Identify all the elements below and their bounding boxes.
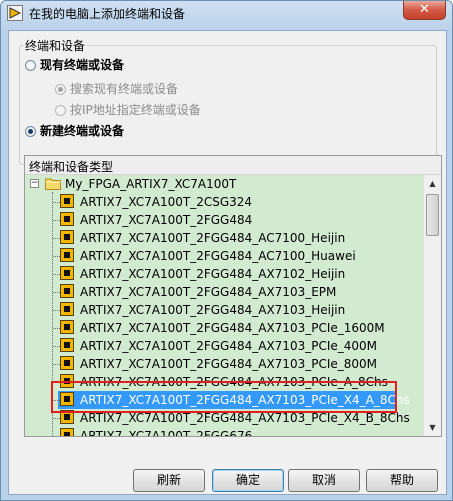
target-icon — [60, 428, 74, 436]
target-icon — [60, 374, 74, 388]
vertical-scrollbar[interactable]: ▲ ▼ — [423, 175, 441, 436]
target-icon — [60, 212, 74, 226]
target-icon — [60, 356, 74, 370]
folder-icon — [45, 177, 61, 190]
tree-branch-line — [53, 220, 60, 221]
tree-item-label: ARTIX7_XC7A100T_2FGG484_AX7103_PCIe_X4_B… — [80, 411, 410, 425]
tree-item-label: ARTIX7_XC7A100T_2FGG484_AX7103_Heijin — [80, 303, 346, 317]
specify-by-ip-label: 按IP地址指定终端或设备 — [70, 103, 201, 117]
tree-item-label: ARTIX7_XC7A100T_2FGG484_AC7100_Heijin — [80, 231, 346, 245]
target-icon — [60, 338, 74, 352]
tree-branch-line — [53, 400, 60, 401]
tree-item[interactable]: ARTIX7_XC7A100T_2FGG484_AC7100_Heijin — [25, 229, 423, 247]
tree-branch-line — [53, 292, 60, 293]
tree-item-label: ARTIX7_XC7A100T_2FGG484_AC7100_Huawei — [80, 249, 356, 263]
specify-by-ip-radio[interactable]: 按IP地址指定终端或设备 — [55, 101, 201, 118]
tree-branch-line — [53, 310, 60, 311]
list-header-label: 终端和设备类型 — [29, 160, 114, 174]
search-existing-label: 搜索现有终端或设备 — [70, 82, 179, 96]
tree-branch-line — [53, 364, 60, 365]
tree-item[interactable]: ARTIX7_XC7A100T_2FGG484_AX7103_PCIe_A_8C… — [25, 373, 423, 391]
button-row: 刷新 确定 取消 帮助 — [9, 469, 446, 493]
tree-item[interactable]: ARTIX7_XC7A100T_2FGG484 — [25, 211, 423, 229]
existing-target-label: 现有终端或设备 — [40, 58, 125, 72]
tree-item[interactable]: ARTIX7_XC7A100T_2FGG484_AX7103_EPM — [25, 283, 423, 301]
tree-branch-line — [53, 202, 60, 203]
target-icon — [60, 320, 74, 334]
help-button[interactable]: 帮助 — [366, 469, 438, 492]
target-icon — [60, 266, 74, 280]
list-header[interactable]: 终端和设备类型 — [25, 156, 441, 175]
tree-branch-line — [53, 328, 60, 329]
radio-indicator — [55, 84, 66, 95]
tree-item[interactable]: ARTIX7_XC7A100T_2FGG484_AX7102_Heijin — [25, 265, 423, 283]
tree-item-label: ARTIX7_XC7A100T_2FGG484_AX7103_PCIe_1600… — [80, 321, 385, 335]
tree-item-label: ARTIX7_XC7A100T_2FGG484_AX7103_PCIe_400M — [80, 339, 378, 353]
tree-item[interactable]: ARTIX7_XC7A100T_2FGG484_AX7103_PCIe_800M — [25, 355, 423, 373]
close-button[interactable]: ✕ — [403, 1, 446, 20]
tree-item-label: ARTIX7_XC7A100T_2CSG324 — [80, 195, 253, 209]
tree-branch-line — [53, 238, 60, 239]
dialog-client: 终端和设备 现有终端或设备 搜索现有终端或设备 按IP地址指定终端或设备 新建终… — [8, 30, 447, 495]
tree-item-label: ARTIX7_XC7A100T_2FGG676 — [80, 429, 253, 436]
tree-item-label: ARTIX7_XC7A100T_2FGG484 — [80, 213, 253, 227]
refresh-button[interactable]: 刷新 — [133, 469, 205, 492]
tree-item[interactable]: ARTIX7_XC7A100T_2FGG484_AX7103_PCIe_X4_B… — [25, 409, 423, 427]
tree-item-label: ARTIX7_XC7A100T_2FGG484_AX7103_PCIe_X4_A… — [80, 393, 410, 407]
tree-item-label: ARTIX7_XC7A100T_2FGG484_AX7103_PCIe_800M — [80, 357, 378, 371]
scroll-up-icon[interactable]: ▲ — [424, 175, 441, 192]
new-target-radio[interactable]: 新建终端或设备 — [25, 122, 124, 139]
target-icon — [60, 302, 74, 316]
app-icon — [7, 5, 23, 21]
tree-branch-line — [53, 274, 60, 275]
scroll-thumb[interactable] — [426, 194, 439, 236]
tree-root-label: My_FPGA_ARTIX7_XC7A100T — [65, 177, 237, 191]
tree-branch-line — [53, 418, 60, 419]
target-tree[interactable]: − My_FPGA_ARTIX7_XC7A100T ARTIX7_XC7A100… — [25, 175, 423, 436]
tree-item[interactable]: ARTIX7_XC7A100T_2FGG484_AX7103_PCIe_400M — [25, 337, 423, 355]
tree-item[interactable]: ARTIX7_XC7A100T_2FGG676 — [25, 427, 423, 436]
group-legend: 终端和设备 — [23, 37, 88, 54]
scroll-down-icon[interactable]: ▼ — [424, 419, 441, 436]
tree-item[interactable]: ARTIX7_XC7A100T_2FGG484_AC7100_Huawei — [25, 247, 423, 265]
tree-item[interactable]: ARTIX7_XC7A100T_2CSG324 — [25, 193, 423, 211]
window-title: 在我的电脑上添加终端和设备 — [29, 7, 186, 21]
tree-item-label: ARTIX7_XC7A100T_2FGG484_AX7103_PCIe_A_8C… — [80, 375, 388, 389]
title-bar[interactable]: 在我的电脑上添加终端和设备 ✕ — [1, 1, 452, 25]
tree-branch-line — [53, 382, 60, 383]
target-icon — [60, 410, 74, 424]
radio-indicator — [25, 60, 36, 71]
tree-branch-line — [53, 346, 60, 347]
tree-item-label: ARTIX7_XC7A100T_2FGG484_AX7102_Heijin — [80, 267, 346, 281]
ok-button[interactable]: 确定 — [212, 469, 284, 492]
target-icon — [60, 230, 74, 244]
tree-item[interactable]: ARTIX7_XC7A100T_2FGG484_AX7103_PCIe_X4_A… — [53, 391, 410, 409]
target-type-list[interactable]: 终端和设备类型 − My_FPGA_ARTIX7_XC7A100T ARTIX7… — [24, 155, 442, 437]
radio-indicator — [25, 126, 36, 137]
tree-item[interactable]: ARTIX7_XC7A100T_2FGG484_AX7103_Heijin — [25, 301, 423, 319]
cancel-button[interactable]: 取消 — [288, 469, 360, 492]
tree-root[interactable]: − My_FPGA_ARTIX7_XC7A100T — [25, 175, 423, 193]
existing-target-radio[interactable]: 现有终端或设备 — [25, 56, 124, 73]
tree-item-label: ARTIX7_XC7A100T_2FGG484_AX7103_EPM — [80, 285, 337, 299]
target-icon — [60, 194, 74, 208]
radio-indicator — [55, 105, 66, 116]
target-icon — [60, 392, 74, 406]
search-existing-radio[interactable]: 搜索现有终端或设备 — [55, 80, 178, 97]
tree-branch-line — [53, 256, 60, 257]
tree-item[interactable]: ARTIX7_XC7A100T_2FGG484_AX7103_PCIe_1600… — [25, 319, 423, 337]
new-target-label: 新建终端或设备 — [40, 124, 125, 138]
dialog-window: 在我的电脑上添加终端和设备 ✕ 终端和设备 现有终端或设备 搜索现有终端或设备 … — [0, 0, 453, 501]
close-icon: ✕ — [419, 2, 430, 17]
target-icon — [60, 248, 74, 262]
target-icon — [60, 284, 74, 298]
collapse-icon[interactable]: − — [30, 179, 39, 188]
